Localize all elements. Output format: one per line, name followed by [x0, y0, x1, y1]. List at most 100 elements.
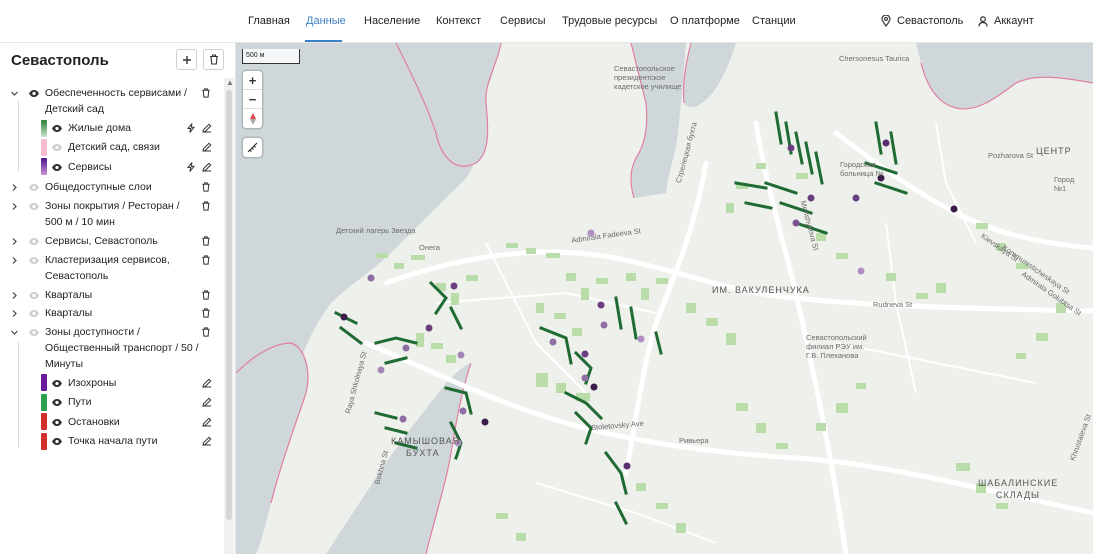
city-name: Севастополь [897, 15, 964, 27]
sublayer-label-start-point[interactable]: Точка начала пути [68, 433, 157, 449]
nav-services[interactable]: Сервисы [500, 15, 546, 27]
user-icon [978, 15, 988, 27]
map-label-shabalinskie-1: ШАБАЛИНСКИЕ [978, 478, 1059, 488]
layer-label-accessibility-zones[interactable]: Зоны доступности / [45, 324, 140, 340]
location-pin-icon [881, 15, 891, 27]
account-label: Аккаунт [994, 15, 1034, 27]
chevron-down-icon[interactable] [10, 89, 19, 98]
zoom-in-button[interactable]: + [243, 71, 262, 90]
map-label-riviera: Ривьера [679, 436, 709, 445]
zoom-out-button[interactable]: − [243, 90, 262, 109]
account-menu[interactable]: Аккаунт [978, 15, 1034, 27]
chevron-right-icon[interactable] [10, 202, 19, 211]
eye-icon[interactable] [51, 398, 63, 407]
eye-off-icon[interactable] [51, 143, 63, 152]
trash-icon[interactable] [201, 290, 211, 300]
trash-icon[interactable] [201, 88, 211, 98]
layer-label-accessibility-zones-line2[interactable]: Общественный транспорт / 50 / [45, 340, 199, 356]
chevron-right-icon[interactable] [10, 256, 19, 265]
chevron-right-icon[interactable] [10, 183, 19, 192]
legend-swatch-paths [41, 394, 47, 411]
top-navigation-bar: Главная Данные Население Контекст Сервис… [0, 0, 1093, 43]
trash-icon[interactable] [201, 201, 211, 211]
nav-home[interactable]: Главная [248, 15, 290, 27]
measure-tool-button[interactable] [243, 138, 262, 157]
map-label-kamyshovaya-1: КАМЫШОВАЯ [391, 436, 461, 446]
sidebar-title: Севастополь [11, 52, 109, 69]
eye-icon[interactable] [51, 124, 63, 133]
sublayer-label-stops[interactable]: Остановки [68, 414, 120, 430]
eye-icon[interactable] [51, 437, 63, 446]
layer-label-service-clustering[interactable]: Кластеризация сервисов, [45, 252, 170, 268]
eye-icon[interactable] [28, 89, 40, 98]
nav-labor-resources[interactable]: Трудовые ресурсы [562, 15, 657, 27]
layer-label-service-provision-line2[interactable]: Детский сад [45, 101, 104, 117]
sublayer-label-kindergarten-links[interactable]: Детский сад, связи [68, 139, 160, 155]
pencil-icon[interactable] [202, 123, 212, 133]
active-tab-underline [305, 40, 342, 42]
pencil-icon[interactable] [202, 436, 212, 446]
trash-icon[interactable] [201, 308, 211, 318]
scroll-up-arrow-icon[interactable]: ▲ [226, 78, 234, 87]
chevron-right-icon[interactable] [10, 237, 19, 246]
tree-guide-line [18, 342, 19, 447]
lightning-icon[interactable] [186, 162, 196, 172]
pencil-icon[interactable] [202, 162, 212, 172]
map-label-children-camp: Детский лагерь Звезда [336, 226, 416, 235]
plus-icon [182, 55, 191, 64]
trash-icon[interactable] [201, 327, 211, 337]
nav-data[interactable]: Данные [306, 15, 346, 27]
layer-label-coverage-zones[interactable]: Зоны покрытия / Ресторан / [45, 198, 180, 214]
chevron-right-icon[interactable] [10, 309, 19, 318]
sublayer-label-isochrones[interactable]: Изохроны [68, 375, 116, 391]
legend-swatch-kindergarten-links [41, 139, 47, 156]
lightning-icon[interactable] [186, 123, 196, 133]
sublayer-label-residential[interactable]: Жилые дома [68, 120, 131, 136]
eye-icon[interactable] [51, 163, 63, 172]
map-label-cadet-school-2: президентское [614, 73, 666, 82]
eye-off-icon[interactable] [28, 202, 40, 211]
eye-off-icon[interactable] [28, 291, 40, 300]
trash-icon[interactable] [201, 255, 211, 265]
layer-label-accessibility-zones-line3[interactable]: Минуты [45, 356, 83, 372]
city-selector[interactable]: Севастополь [881, 15, 963, 27]
layer-label-service-clustering-line2[interactable]: Севастополь [45, 268, 108, 284]
add-layer-button[interactable] [176, 49, 197, 70]
nav-context[interactable]: Контекст [436, 15, 481, 27]
chevron-down-icon[interactable] [10, 328, 19, 337]
layer-label-service-provision[interactable]: Обеспеченность сервисами / [45, 85, 187, 101]
pencil-icon[interactable] [202, 397, 212, 407]
map-label-reu-2: филиал РЭУ им. [806, 342, 865, 351]
pencil-icon[interactable] [202, 417, 212, 427]
nav-stations[interactable]: Станции [752, 15, 796, 27]
layer-label-services-sevastopol[interactable]: Сервисы, Севастополь [45, 233, 158, 249]
layer-label-coverage-zones-line2[interactable]: 500 м / 10 мин [45, 214, 115, 230]
eye-icon[interactable] [51, 418, 63, 427]
eye-off-icon[interactable] [28, 309, 40, 318]
map-canvas[interactable] [236, 43, 1093, 554]
layer-label-blocks-2[interactable]: Кварталы [45, 305, 92, 321]
compass-button[interactable] [243, 109, 262, 128]
eye-off-icon[interactable] [28, 237, 40, 246]
map-scale-bar: 500 м [242, 49, 300, 64]
trash-icon[interactable] [201, 182, 211, 192]
pencil-icon[interactable] [202, 142, 212, 152]
eye-off-icon[interactable] [28, 183, 40, 192]
nav-population[interactable]: Население [364, 15, 420, 27]
ruler-icon [247, 142, 258, 153]
sidebar-scrollbar-thumb[interactable] [226, 90, 232, 520]
eye-off-icon[interactable] [28, 328, 40, 337]
trash-icon[interactable] [201, 236, 211, 246]
map-view[interactable]: Chersonesus Taurica Севастопольское през… [236, 43, 1093, 554]
pencil-icon[interactable] [202, 378, 212, 388]
chevron-right-icon[interactable] [10, 291, 19, 300]
sublayer-label-paths[interactable]: Пути [68, 394, 91, 410]
eye-off-icon[interactable] [28, 256, 40, 265]
nav-about-platform[interactable]: О платформе [670, 15, 740, 27]
layer-label-public-layers[interactable]: Общедоступные слои [45, 179, 152, 195]
sublayer-label-services[interactable]: Сервисы [68, 159, 112, 175]
map-label-cadet-school-1: Севастопольское [614, 64, 675, 73]
delete-project-button[interactable] [203, 49, 224, 70]
eye-icon[interactable] [51, 379, 63, 388]
layer-label-blocks-1[interactable]: Кварталы [45, 287, 92, 303]
